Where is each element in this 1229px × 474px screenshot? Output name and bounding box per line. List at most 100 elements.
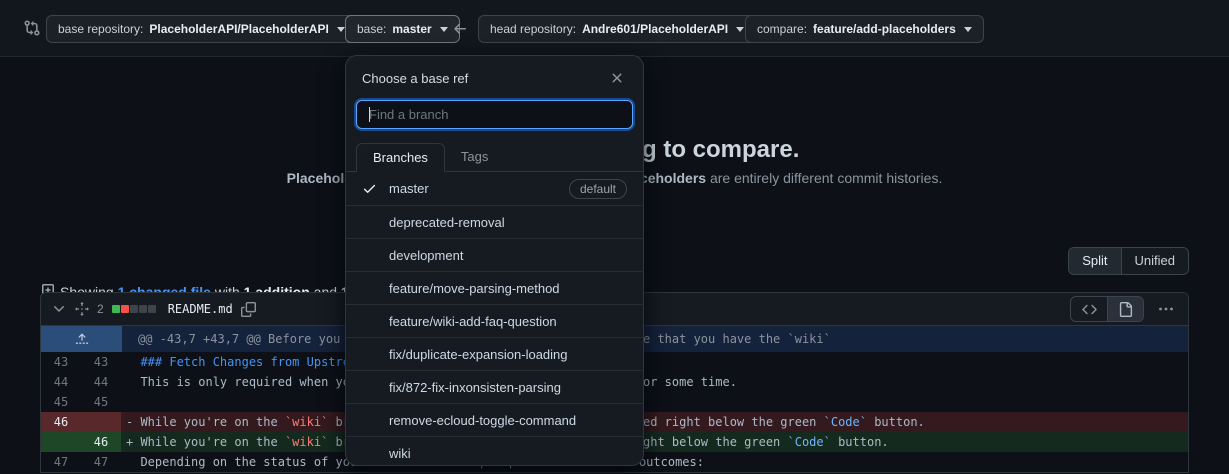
unified-view-button[interactable]: Unified bbox=[1121, 248, 1188, 274]
arrow-left-icon bbox=[452, 21, 468, 37]
base-repository-value: PlaceholderAPI/PlaceholderAPI bbox=[149, 22, 328, 36]
base-ref-dropdown: Choose a base ref Branches Tags master de… bbox=[345, 55, 644, 466]
file-name: README.md bbox=[168, 302, 233, 316]
hunk-header: @@ -43,7 +43,7 @@ Before you e that you h… bbox=[122, 326, 1188, 352]
code-segment: `Code` bbox=[824, 415, 867, 429]
code-line: - While you're on the `wiki` bred right … bbox=[121, 412, 1188, 432]
base-ref-label: base: bbox=[357, 22, 386, 36]
file-options-kebab-icon[interactable] bbox=[1154, 297, 1178, 321]
new-line-number: 44 bbox=[81, 372, 121, 392]
old-line-number: 47 bbox=[41, 452, 81, 472]
git-compare-icon bbox=[23, 19, 41, 37]
tab-tags[interactable]: Tags bbox=[445, 143, 504, 171]
split-view-button[interactable]: Split bbox=[1069, 248, 1120, 274]
branch-option[interactable]: master default bbox=[346, 172, 643, 205]
diffstat-added-square bbox=[112, 305, 120, 313]
code-segment: button. bbox=[831, 435, 889, 449]
base-ref-value: master bbox=[392, 22, 431, 36]
code-segment: ed right below the green bbox=[643, 415, 824, 429]
branch-option[interactable]: deprecated-removal bbox=[346, 205, 643, 238]
hunk-header-left: @@ -43,7 +43,7 @@ Before you bbox=[138, 332, 340, 346]
branch-name: deprecated-removal bbox=[389, 215, 505, 230]
code-line-right-fragment: ed right below the green `Code` button. bbox=[643, 412, 925, 432]
new-line-number: 47 bbox=[81, 452, 121, 472]
tab-branches[interactable]: Branches bbox=[356, 143, 445, 172]
branch-name: master bbox=[389, 181, 429, 196]
old-line-number: 45 bbox=[41, 392, 81, 412]
hunk-header-right: e that you have the `wiki` bbox=[643, 326, 831, 352]
source-view-button[interactable] bbox=[1071, 297, 1107, 321]
code-line: This is only required when yo or some tim… bbox=[121, 372, 1188, 392]
code-segment: `wiki` bbox=[285, 415, 328, 429]
expand-hunk-button[interactable] bbox=[41, 326, 122, 352]
branch-name: feature/move-parsing-method bbox=[389, 281, 560, 296]
page: { "topbar": { "base_repo": { "label": "b… bbox=[0, 0, 1229, 474]
diffstat-neutral-square bbox=[148, 305, 156, 313]
code-segment: + While you're on the bbox=[126, 435, 285, 449]
changes-count: 2 bbox=[97, 302, 104, 316]
base-repository-label: base repository: bbox=[58, 22, 143, 36]
branch-option[interactable]: fix/duplicate-expansion-loading bbox=[346, 337, 643, 370]
branch-option[interactable]: feature/move-parsing-method bbox=[346, 271, 643, 304]
branch-option[interactable]: wiki bbox=[346, 436, 643, 466]
branch-name: remove-ecloud-toggle-command bbox=[389, 413, 576, 428]
compare-ref-value: feature/add-placeholders bbox=[813, 22, 956, 36]
code-segment: ### Fetch Changes from Upstream bbox=[126, 355, 364, 369]
new-line-number: 45 bbox=[81, 392, 121, 412]
branch-option[interactable]: feature/wiki-add-faq-question bbox=[346, 304, 643, 337]
compare-ref-label: compare: bbox=[757, 22, 807, 36]
selected-check-slot bbox=[362, 181, 389, 196]
check-icon bbox=[362, 181, 377, 196]
diffstat-neutral-square bbox=[139, 305, 147, 313]
branch-name: fix/duplicate-expansion-loading bbox=[389, 347, 568, 362]
branch-name: wiki bbox=[389, 446, 411, 461]
new-line-number bbox=[81, 412, 121, 432]
branch-list: master default deprecated-removal developme… bbox=[346, 172, 643, 466]
text-cursor bbox=[369, 107, 370, 122]
chevron-down-icon bbox=[736, 27, 744, 32]
code-segment: This is only required when yo bbox=[126, 375, 350, 389]
code-segment: button. bbox=[867, 415, 925, 429]
branch-option[interactable]: remove-ecloud-toggle-command bbox=[346, 403, 643, 436]
head-repository-button[interactable]: head repository: Andre601/PlaceholderAPI bbox=[478, 15, 756, 43]
close-icon[interactable] bbox=[607, 68, 627, 88]
base-repository-button[interactable]: base repository: PlaceholderAPI/Placehol… bbox=[46, 15, 357, 43]
collapse-file-chevron-icon[interactable] bbox=[51, 301, 67, 317]
diff-view-toggle: Split Unified bbox=[1068, 247, 1189, 275]
rich-view-button[interactable] bbox=[1107, 297, 1143, 321]
code-segment: or some time. bbox=[643, 375, 737, 389]
code-line: ### Fetch Changes from Upstream bbox=[121, 352, 1188, 372]
branch-name: development bbox=[389, 248, 463, 263]
code-segment: - While you're on the bbox=[126, 415, 285, 429]
drag-move-icon[interactable] bbox=[75, 302, 89, 316]
ref-type-tabs: Branches Tags bbox=[346, 143, 643, 172]
old-line-number: 44 bbox=[41, 372, 81, 392]
dropdown-title: Choose a base ref bbox=[362, 71, 607, 86]
message-part: are entirely different commit histories. bbox=[706, 170, 942, 186]
copy-file-path-icon[interactable] bbox=[241, 302, 256, 317]
compare-ref-button[interactable]: compare: feature/add-placeholders bbox=[745, 15, 984, 43]
code-line: + While you're on the `wiki` brght below… bbox=[121, 432, 1188, 452]
chevron-down-icon bbox=[964, 27, 972, 32]
old-line-number bbox=[41, 432, 81, 452]
code-line bbox=[121, 392, 1188, 412]
branch-name: feature/wiki-add-faq-question bbox=[389, 314, 557, 329]
chevron-down-icon bbox=[337, 27, 345, 32]
new-line-number: 43 bbox=[81, 352, 121, 372]
head-repository-label: head repository: bbox=[490, 22, 576, 36]
default-badge: default bbox=[569, 179, 627, 199]
branch-option[interactable]: development bbox=[346, 238, 643, 271]
branch-option[interactable]: fix/872-fix-inxonsisten-parsing bbox=[346, 370, 643, 403]
head-repository-value: Andre601/PlaceholderAPI bbox=[582, 22, 728, 36]
code-line: Depending on the status of your branch c… bbox=[121, 452, 1188, 472]
branch-search-input[interactable] bbox=[356, 100, 633, 129]
code-line-right-fragment: ght below the green `Code` button. bbox=[643, 432, 889, 452]
chevron-down-icon bbox=[440, 27, 448, 32]
code-segment: ght below the green bbox=[643, 435, 788, 449]
branch-name: fix/872-fix-inxonsisten-parsing bbox=[389, 380, 561, 395]
diffstat-deleted-square bbox=[121, 305, 129, 313]
code-segment: `wiki` bbox=[285, 435, 328, 449]
old-line-number: 46 bbox=[41, 412, 81, 432]
old-line-number: 43 bbox=[41, 352, 81, 372]
base-ref-button[interactable]: base: master bbox=[345, 15, 460, 43]
